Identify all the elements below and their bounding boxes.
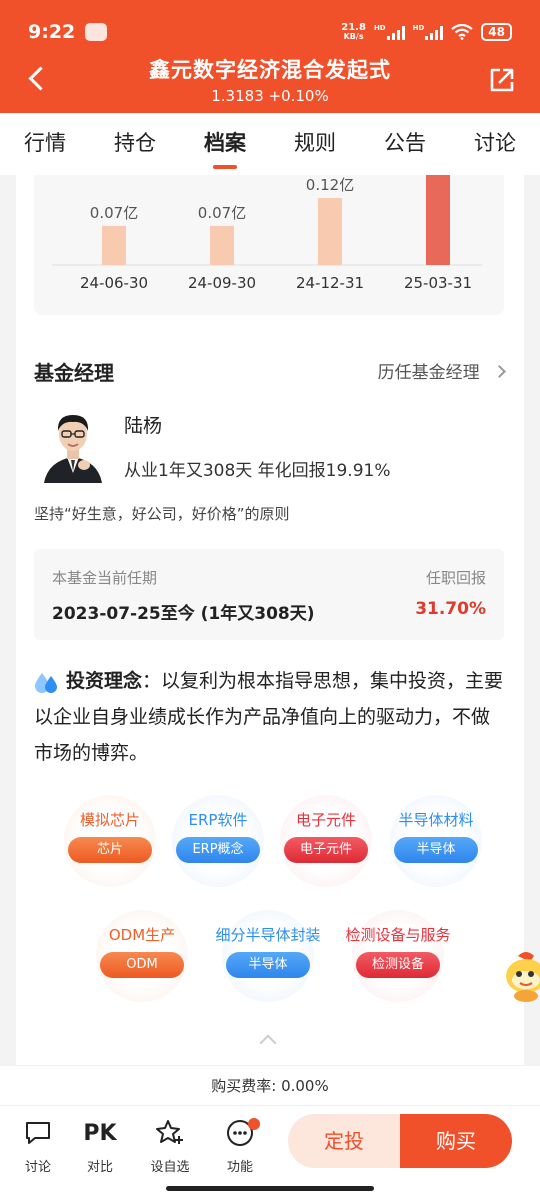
chart-data-label: 0.07亿 [90, 204, 138, 222]
header: 9:22 21.8 KB/s HD HD 48 鑫元数字经济混合发起式 1.31… [0, 0, 540, 113]
nav-functions[interactable]: 功能 [212, 1116, 268, 1175]
tenure-card: 本基金当前任期 任职回报 2023-07-25至今 (1年又308天) 31.7… [34, 549, 504, 640]
tab-discussion[interactable]: 讨论 [450, 113, 540, 175]
concept-semiconductor-packaging[interactable]: 细分半导体封装 半导体 [215, 910, 321, 1002]
nav-discuss[interactable]: 讨论 [10, 1116, 66, 1175]
status-time: 9:22 [28, 21, 76, 43]
star-plus-icon [156, 1120, 183, 1144]
tenure-period: 2023-07-25至今 (1年又308天) [52, 604, 315, 624]
chart-data-label: 0.12亿 [306, 176, 354, 194]
concept-erp-software[interactable]: ERP软件 ERP概念 [172, 795, 264, 887]
chart-bar-24-09-30[interactable] [210, 225, 234, 265]
chart-bar-24-06-30[interactable] [102, 225, 126, 265]
concept-electronic-components[interactable]: 电子元件 电子元件 [280, 795, 372, 887]
investment-philosophy: 投资理念：以复利为根本指导思想，集中投资，主要以企业自身业绩成长作为产品净值向上… [34, 663, 504, 771]
pk-icon: PK [83, 1120, 117, 1146]
fund-size-chart: 0.07亿 24-06-30 0.07亿 24-09-30 0.12亿 24-12-31 2… [34, 175, 504, 315]
mascot-assistant-icon[interactable] [500, 950, 540, 1004]
concept-testing-equipment[interactable]: 检测设备与服务 检测设备 [345, 910, 451, 1002]
philosophy-label: 投资理念 [66, 670, 143, 692]
wifi-icon [451, 24, 473, 40]
fund-nav-change: 1.3183 +0.10% [211, 87, 329, 105]
tab-profile[interactable]: 档案 [180, 113, 270, 175]
tab-market[interactable]: 行情 [0, 113, 90, 175]
signal-icon-2: HD [413, 24, 444, 40]
status-bar: 9:22 21.8 KB/s HD HD 48 [28, 18, 512, 46]
chat-bubble-icon [26, 1122, 50, 1144]
tenure-label: 本基金当前任期 [52, 569, 158, 587]
signal-icon: HD [374, 24, 405, 40]
water-drop-icon [35, 672, 57, 693]
purchase-fee-rate: 购买费率: 0.00% [0, 1066, 540, 1106]
tab-bar: 行情 持仓 档案 规则 公告 讨论 [0, 113, 540, 175]
history-managers-link[interactable]: 历任基金经理 [378, 358, 506, 383]
bottom-action-bar: 讨论 PK 对比 设自选 功能 定投 购买 [0, 1106, 540, 1200]
buy-button[interactable]: 购买 [400, 1114, 512, 1168]
fund-title: 鑫元数字经济混合发起式 [149, 58, 391, 82]
collapse-chevron-icon[interactable] [259, 1034, 277, 1052]
chart-data-label: 0.07亿 [198, 204, 246, 222]
notification-app-icon [85, 23, 108, 41]
tenure-return-label: 任职回报 [425, 569, 486, 587]
chart-x-tick-label: 24-06-30 [80, 274, 148, 292]
share-icon[interactable] [488, 66, 516, 94]
chart-x-tick-label: 24-12-31 [296, 274, 364, 292]
section-title-manager: 基金经理 [34, 361, 114, 385]
auto-invest-button[interactable]: 定投 [288, 1114, 400, 1168]
tab-rules[interactable]: 规则 [270, 113, 360, 175]
tenure-return-value: 31.70% [415, 599, 486, 619]
concept-semiconductor-materials[interactable]: 半导体材料 半导体 [390, 795, 482, 887]
chevron-right-icon [493, 365, 506, 378]
chart-bar-24-12-31[interactable] [318, 198, 342, 265]
manager-name: 陆杨 [124, 415, 163, 437]
chart-x-tick-label: 24-09-30 [188, 274, 256, 292]
bar-chart-svg: 0.07亿 24-06-30 0.07亿 24-09-30 0.12亿 24-12-31 2… [52, 175, 482, 292]
concept-analog-chip[interactable]: 模拟芯片 芯片 [64, 795, 156, 887]
tab-announcements[interactable]: 公告 [360, 113, 450, 175]
manager-avatar[interactable] [44, 407, 102, 483]
manager-experience: 从业1年又308天 年化回报19.91% [124, 461, 391, 481]
manager-motto: 坚持“好生意，好公司，好价格”的原则 [34, 505, 290, 523]
notification-dot [248, 1118, 260, 1130]
network-speed: 21.8 KB/s [341, 22, 366, 42]
nav-add-watchlist[interactable]: 设自选 [142, 1116, 198, 1175]
concept-odm-production[interactable]: ODM生产 ODM [96, 910, 188, 1002]
battery-indicator: 48 [481, 23, 512, 41]
chart-bar-25-03-31[interactable] [426, 175, 450, 265]
nav-compare[interactable]: PK 对比 [72, 1116, 128, 1176]
tab-holdings[interactable]: 持仓 [90, 113, 180, 175]
chart-x-tick-label: 25-03-31 [404, 274, 472, 292]
home-indicator[interactable] [166, 1186, 374, 1191]
content-panel: 0.07亿 24-06-30 0.07亿 24-09-30 0.12亿 24-12-31 2… [16, 175, 524, 1065]
